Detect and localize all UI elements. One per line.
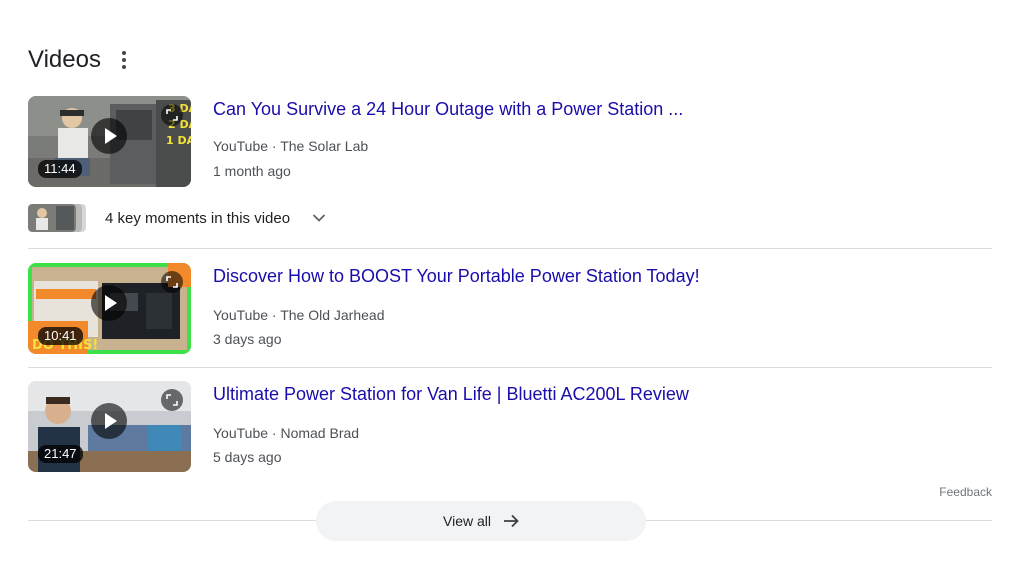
- video-info: Ultimate Power Station for Van Life | Bl…: [213, 381, 973, 467]
- video-source: YouTube · The Solar Lab: [213, 138, 369, 154]
- chevron-down-icon[interactable]: [312, 213, 326, 223]
- view-all-label: View all: [443, 513, 491, 529]
- video-thumbnail[interactable]: DO THIS! 10:41: [28, 263, 191, 354]
- feedback-link[interactable]: Feedback: [939, 485, 992, 499]
- video-thumbnail[interactable]: 3 DAYS? 2 DAYS? 1 DAY? 11:44: [28, 96, 191, 187]
- video-date: 5 days ago: [213, 449, 282, 465]
- video-duration: 21:47: [38, 445, 83, 463]
- more-options-icon[interactable]: [115, 46, 133, 74]
- section-title: Videos: [28, 46, 101, 73]
- videos-panel: Videos 3 DAYS? 2 DAYS? 1 DAY?: [0, 0, 1026, 566]
- video-title-link[interactable]: Can You Survive a 24 Hour Outage with a …: [213, 96, 973, 122]
- key-moments-thumbnails: [28, 204, 88, 232]
- key-moments-toggle[interactable]: 4 key moments in this video: [28, 203, 326, 233]
- expand-icon[interactable]: [161, 389, 183, 411]
- video-thumbnail[interactable]: 21:47: [28, 381, 191, 472]
- video-title-link[interactable]: Discover How to BOOST Your Portable Powe…: [213, 263, 973, 289]
- expand-icon[interactable]: [161, 271, 183, 293]
- divider: [28, 248, 992, 249]
- view-all-button[interactable]: View all: [316, 501, 646, 541]
- arrow-right-icon: [503, 514, 519, 528]
- videos-header: Videos: [28, 44, 133, 76]
- video-source: YouTube · Nomad Brad: [213, 425, 360, 441]
- video-source: YouTube · The Old Jarhead: [213, 307, 385, 323]
- expand-icon[interactable]: [161, 104, 183, 126]
- key-moments-label: 4 key moments in this video: [105, 209, 291, 227]
- play-icon: [91, 285, 127, 321]
- divider: [28, 367, 992, 368]
- video-info: Can You Survive a 24 Hour Outage with a …: [213, 96, 973, 181]
- video-info: Discover How to BOOST Your Portable Powe…: [213, 263, 973, 349]
- play-icon: [91, 118, 127, 154]
- video-title-link[interactable]: Ultimate Power Station for Van Life | Bl…: [213, 381, 973, 407]
- play-icon: [91, 403, 127, 439]
- video-duration: 10:41: [38, 327, 83, 345]
- video-duration: 11:44: [38, 160, 82, 178]
- video-date: 3 days ago: [213, 331, 282, 347]
- video-date: 1 month ago: [213, 163, 291, 179]
- svg-text:1 DAY?: 1 DAY?: [166, 134, 191, 147]
